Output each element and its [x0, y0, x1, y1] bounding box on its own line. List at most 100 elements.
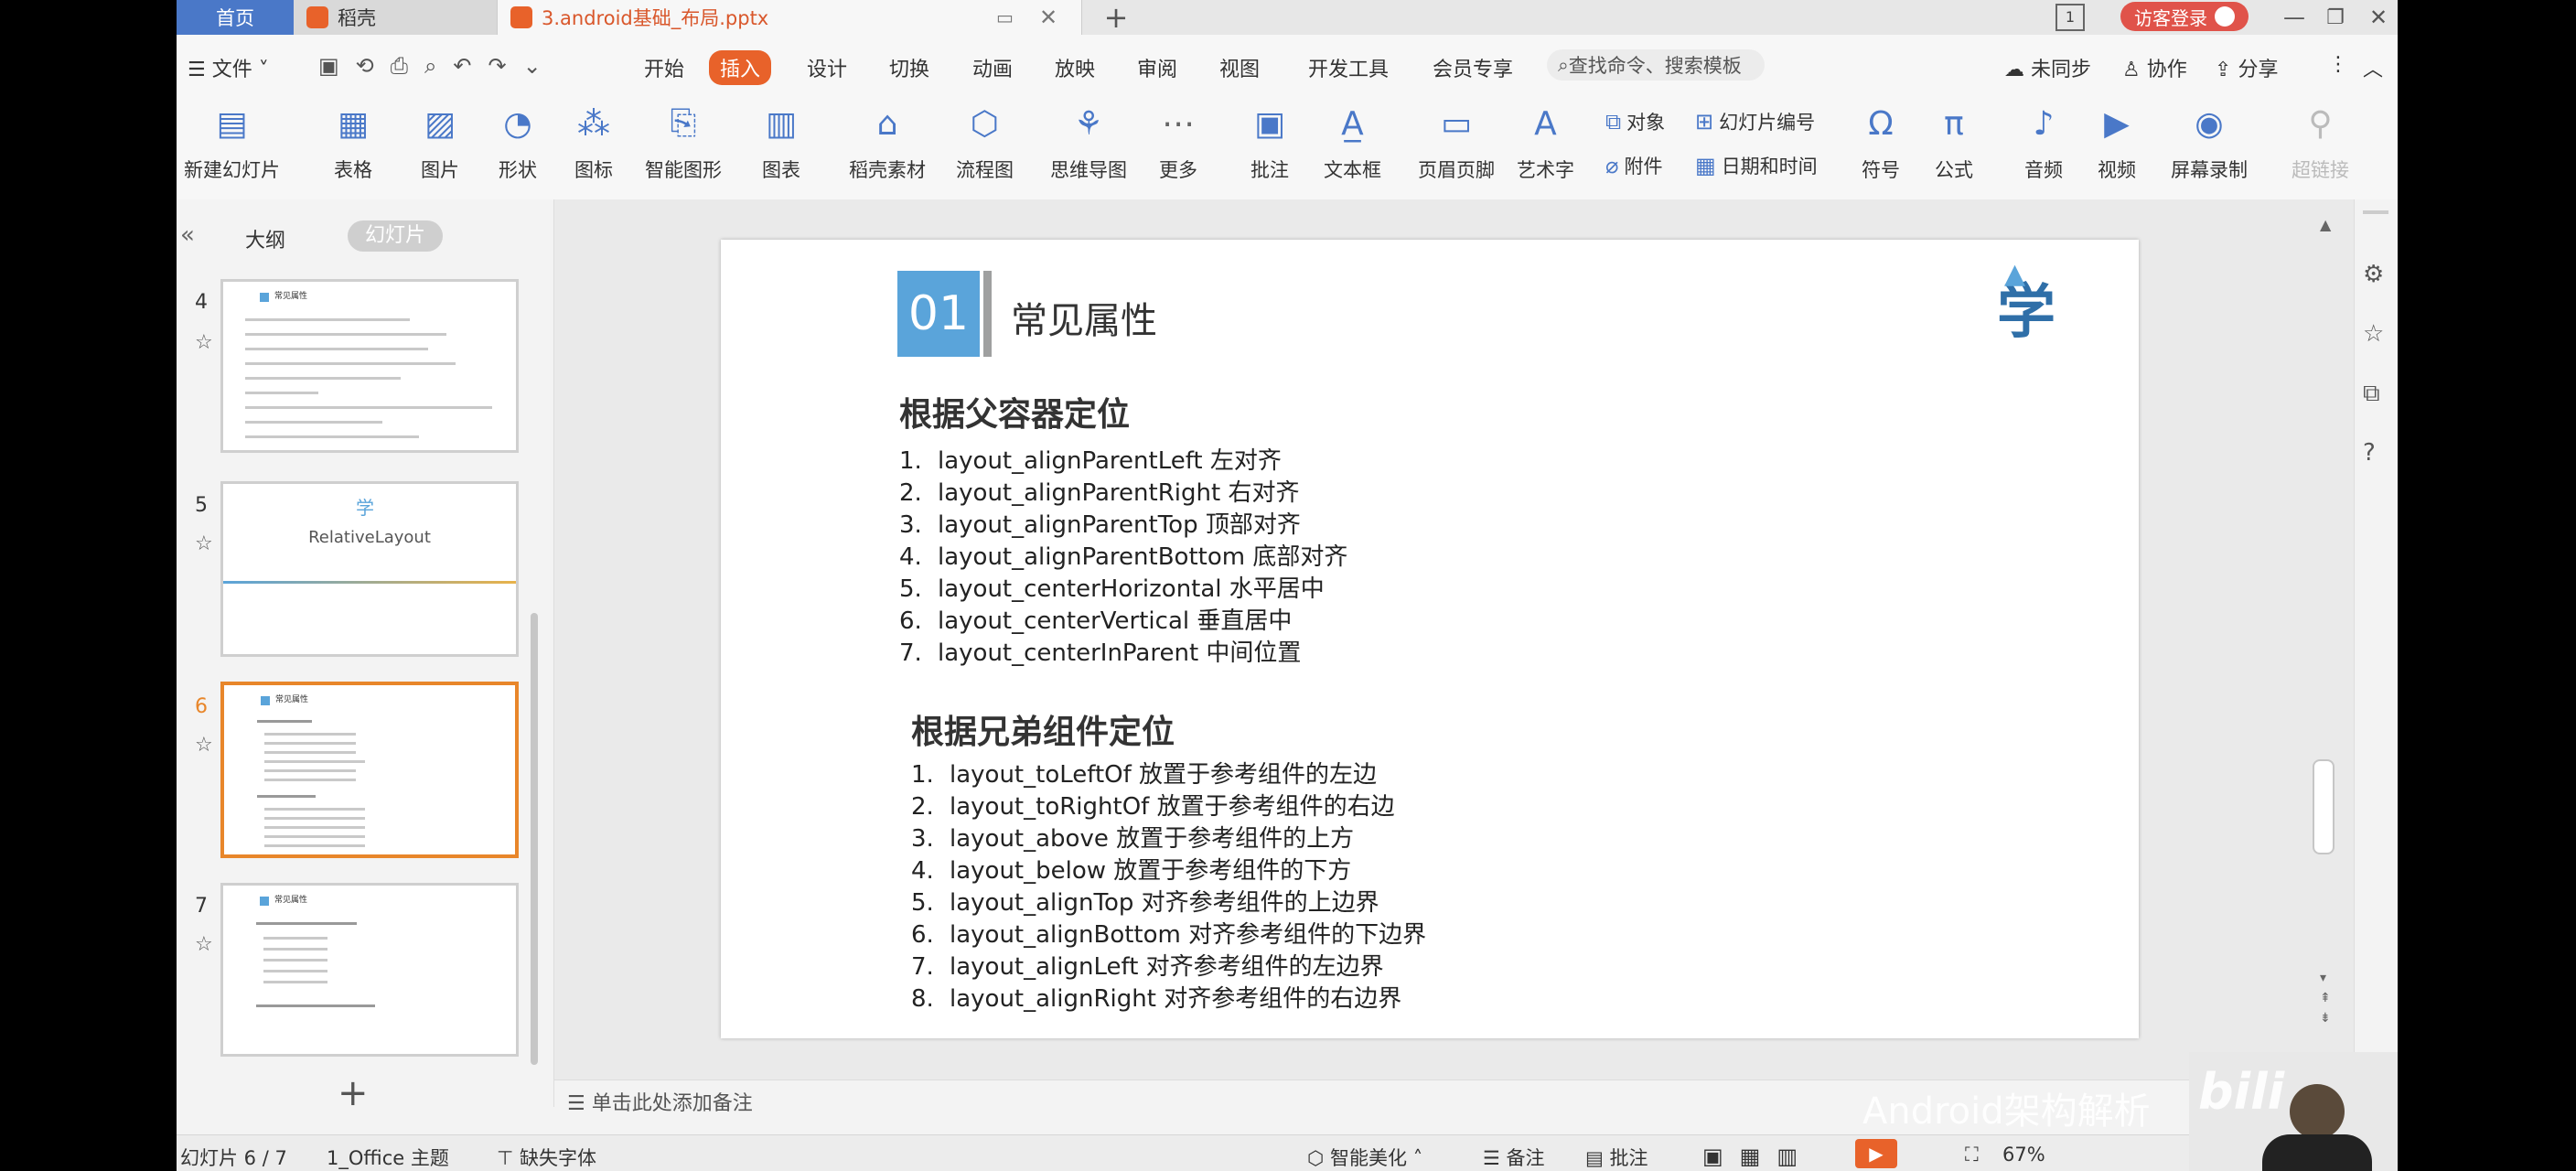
- list-item-number: 4.: [911, 857, 934, 885]
- quick-access-toolbar[interactable]: ▣⟲⎙⌕↶↷⌄: [318, 53, 558, 79]
- slide-thumbnail-6[interactable]: 常见属性: [220, 682, 519, 858]
- share-label: 分享: [2238, 59, 2279, 81]
- zoom-level[interactable]: 67%: [2002, 1144, 2045, 1166]
- close-tab-icon[interactable]: ✕: [1039, 5, 1057, 30]
- more-button[interactable]: ⋯ 更多: [1157, 102, 1199, 183]
- slide-number-button[interactable]: ⊞ 幻灯片编号: [1695, 108, 1815, 135]
- textbox-button[interactable]: A̲ 文本框: [1324, 102, 1381, 183]
- slide-thumb-number: 4: [195, 291, 208, 314]
- flowchart-button[interactable]: ⬡ 流程图: [956, 102, 1014, 183]
- formula-button[interactable]: π 公式: [1933, 102, 1975, 183]
- slide-thumbnail-7[interactable]: 常见属性: [220, 883, 519, 1057]
- chevron-down-icon: ˅: [252, 59, 269, 81]
- list-item: 5. layout_alignTop 对齐参考组件的上边界: [911, 887, 1426, 919]
- datetime-button[interactable]: ▦ 日期和时间: [1695, 152, 1818, 179]
- shape-button[interactable]: ◔ 形状: [497, 102, 539, 183]
- menu-review[interactable]: 审阅: [1137, 53, 1177, 82]
- list-item-text: layout_centerVertical 垂直居中: [938, 607, 1293, 635]
- menu-animation[interactable]: 动画: [972, 53, 1013, 82]
- notes-toggle[interactable]: ☰ 备注: [1483, 1144, 1545, 1171]
- screen-record-button[interactable]: ◉ 屏幕录制: [2171, 102, 2248, 183]
- notes-placeholder[interactable]: ☰ 单击此处添加备注: [567, 1087, 753, 1116]
- list-item-text: layout_alignParentTop 顶部对齐: [938, 511, 1301, 539]
- list-item-number: 1.: [899, 447, 922, 475]
- menu-start[interactable]: 开始: [644, 53, 684, 82]
- close-window-icon[interactable]: ✕: [2365, 4, 2392, 31]
- pin-icon[interactable]: ☆: [2363, 320, 2384, 348]
- sync-status[interactable]: ☁ 未同步: [2004, 53, 2091, 82]
- missing-font-button[interactable]: ⊤ 缺失字体: [497, 1144, 596, 1171]
- scroll-up-icon[interactable]: ▲: [2320, 216, 2331, 233]
- header-footer-button[interactable]: ▭ 页眉页脚: [1418, 102, 1495, 183]
- restore-tab-icon[interactable]: ▭: [996, 6, 1014, 28]
- chart-icon: ▥: [765, 104, 797, 143]
- list-item-text: layout_centerHorizontal 水平居中: [938, 575, 1325, 603]
- maximize-icon[interactable]: ❐: [2322, 4, 2349, 31]
- login-button[interactable]: 访客登录: [2120, 2, 2249, 31]
- sync-label: 未同步: [2031, 59, 2092, 81]
- audio-button[interactable]: ♪ 音频: [2023, 102, 2065, 183]
- smart-art-button[interactable]: ⎘ 智能图形: [645, 102, 722, 183]
- collab-button[interactable]: ♙ 协作: [2122, 53, 2187, 82]
- list-item: 1. layout_toLeftOf 放置于参考组件的左边: [911, 759, 1426, 791]
- thumb-marker-icon: [261, 696, 270, 705]
- page-nav-icons[interactable]: ▾ ⇞ ⇟: [2320, 968, 2331, 1028]
- share-button[interactable]: ⇪ 分享: [2215, 53, 2278, 82]
- menu-insert[interactable]: 插入: [709, 50, 772, 85]
- attachment-button[interactable]: ⌀ 附件: [1605, 152, 1662, 179]
- fit-window-icon[interactable]: ⛶: [1965, 1144, 1979, 1166]
- list-item: 8. layout_alignRight 对齐参考组件的右边界: [911, 983, 1426, 1015]
- chart-button[interactable]: ▥ 图表: [760, 102, 802, 183]
- art-text-button[interactable]: A 艺术字: [1517, 102, 1574, 183]
- video-button[interactable]: ▶ 视频: [2096, 102, 2138, 183]
- slide-thumbnail-5[interactable]: 学 RelativeLayout: [220, 481, 519, 657]
- daoke-material-button[interactable]: ⌂ 稻壳素材: [849, 102, 926, 183]
- menu-view[interactable]: 视图: [1219, 53, 1260, 82]
- header-footer-icon: ▭: [1440, 104, 1472, 143]
- file-menu[interactable]: ☰ 文件 ˅: [188, 53, 269, 82]
- comments-toggle[interactable]: ▤ 批注: [1585, 1144, 1648, 1171]
- menu-design[interactable]: 设计: [807, 53, 847, 82]
- canvas-scrollbar[interactable]: [2313, 759, 2334, 854]
- menu-vip[interactable]: 会员专享: [1433, 53, 1513, 82]
- speaker-icon: ♪: [2033, 104, 2055, 143]
- hyperlink-button[interactable]: ⚲ 超链接: [2292, 102, 2349, 183]
- picture-button[interactable]: ▨ 图片: [419, 102, 461, 183]
- theme-name[interactable]: 1_Office 主题: [327, 1144, 449, 1171]
- daoke-material-label: 稻壳素材: [849, 159, 926, 181]
- beautify-button[interactable]: ⬡ 智能美化 ˄: [1307, 1144, 1422, 1171]
- animation-star-icon: ☆: [195, 532, 213, 555]
- list-item: 5. layout_centerHorizontal 水平居中: [899, 574, 1347, 606]
- add-slide-button[interactable]: +: [338, 1072, 369, 1114]
- table-label: 表格: [334, 159, 372, 181]
- play-slideshow-button[interactable]: ▶: [1855, 1139, 1897, 1168]
- table-button[interactable]: ▦ 表格: [332, 102, 374, 183]
- new-slide-button[interactable]: ▤ 新建幻灯片: [184, 102, 280, 183]
- icon-button[interactable]: ⁂ 图标: [573, 102, 615, 183]
- object-button[interactable]: ⧉ 对象: [1605, 108, 1665, 135]
- slide-thumbnail-4[interactable]: 常见属性: [220, 279, 519, 453]
- panel-scrollbar[interactable]: [531, 613, 538, 1065]
- symbol-button[interactable]: Ω 符号: [1860, 102, 1902, 183]
- menu-slideshow[interactable]: 放映: [1055, 53, 1095, 82]
- settings-sliders-icon[interactable]: ⚙: [2363, 261, 2384, 288]
- collapse-ribbon-icon[interactable]: ︿: [2363, 53, 2383, 82]
- menu-devtools[interactable]: 开发工具: [1308, 53, 1389, 82]
- menu-transition[interactable]: 切换: [889, 53, 929, 82]
- minimize-icon[interactable]: —: [2281, 4, 2308, 31]
- collapse-panel-icon[interactable]: «: [180, 221, 195, 249]
- view-mode-icons[interactable]: ▣▦▥: [1702, 1144, 1814, 1169]
- comment-button[interactable]: ▣ 批注: [1249, 102, 1291, 183]
- tab-document[interactable]: 3.android基础_布局.pptx ▭ ✕: [497, 0, 1082, 35]
- mindmap-button[interactable]: ⚘ 思维导图: [1050, 102, 1127, 183]
- slides-tab[interactable]: 幻灯片: [348, 220, 443, 252]
- copy-icon[interactable]: ⧉: [2363, 380, 2380, 408]
- tab-home[interactable]: 首页: [177, 0, 294, 35]
- command-search[interactable]: ⌕ 查找命令、搜索模板: [1547, 49, 1765, 81]
- help-icon[interactable]: ?: [2363, 439, 2376, 467]
- page-badge[interactable]: 1: [2055, 4, 2085, 31]
- outline-tab[interactable]: 大纲: [245, 224, 285, 253]
- more-menu-icon[interactable]: ⋮: [2328, 53, 2348, 76]
- new-tab-icon[interactable]: +: [1102, 0, 1130, 35]
- graduation-cap-icon: ▲: [2004, 258, 2026, 290]
